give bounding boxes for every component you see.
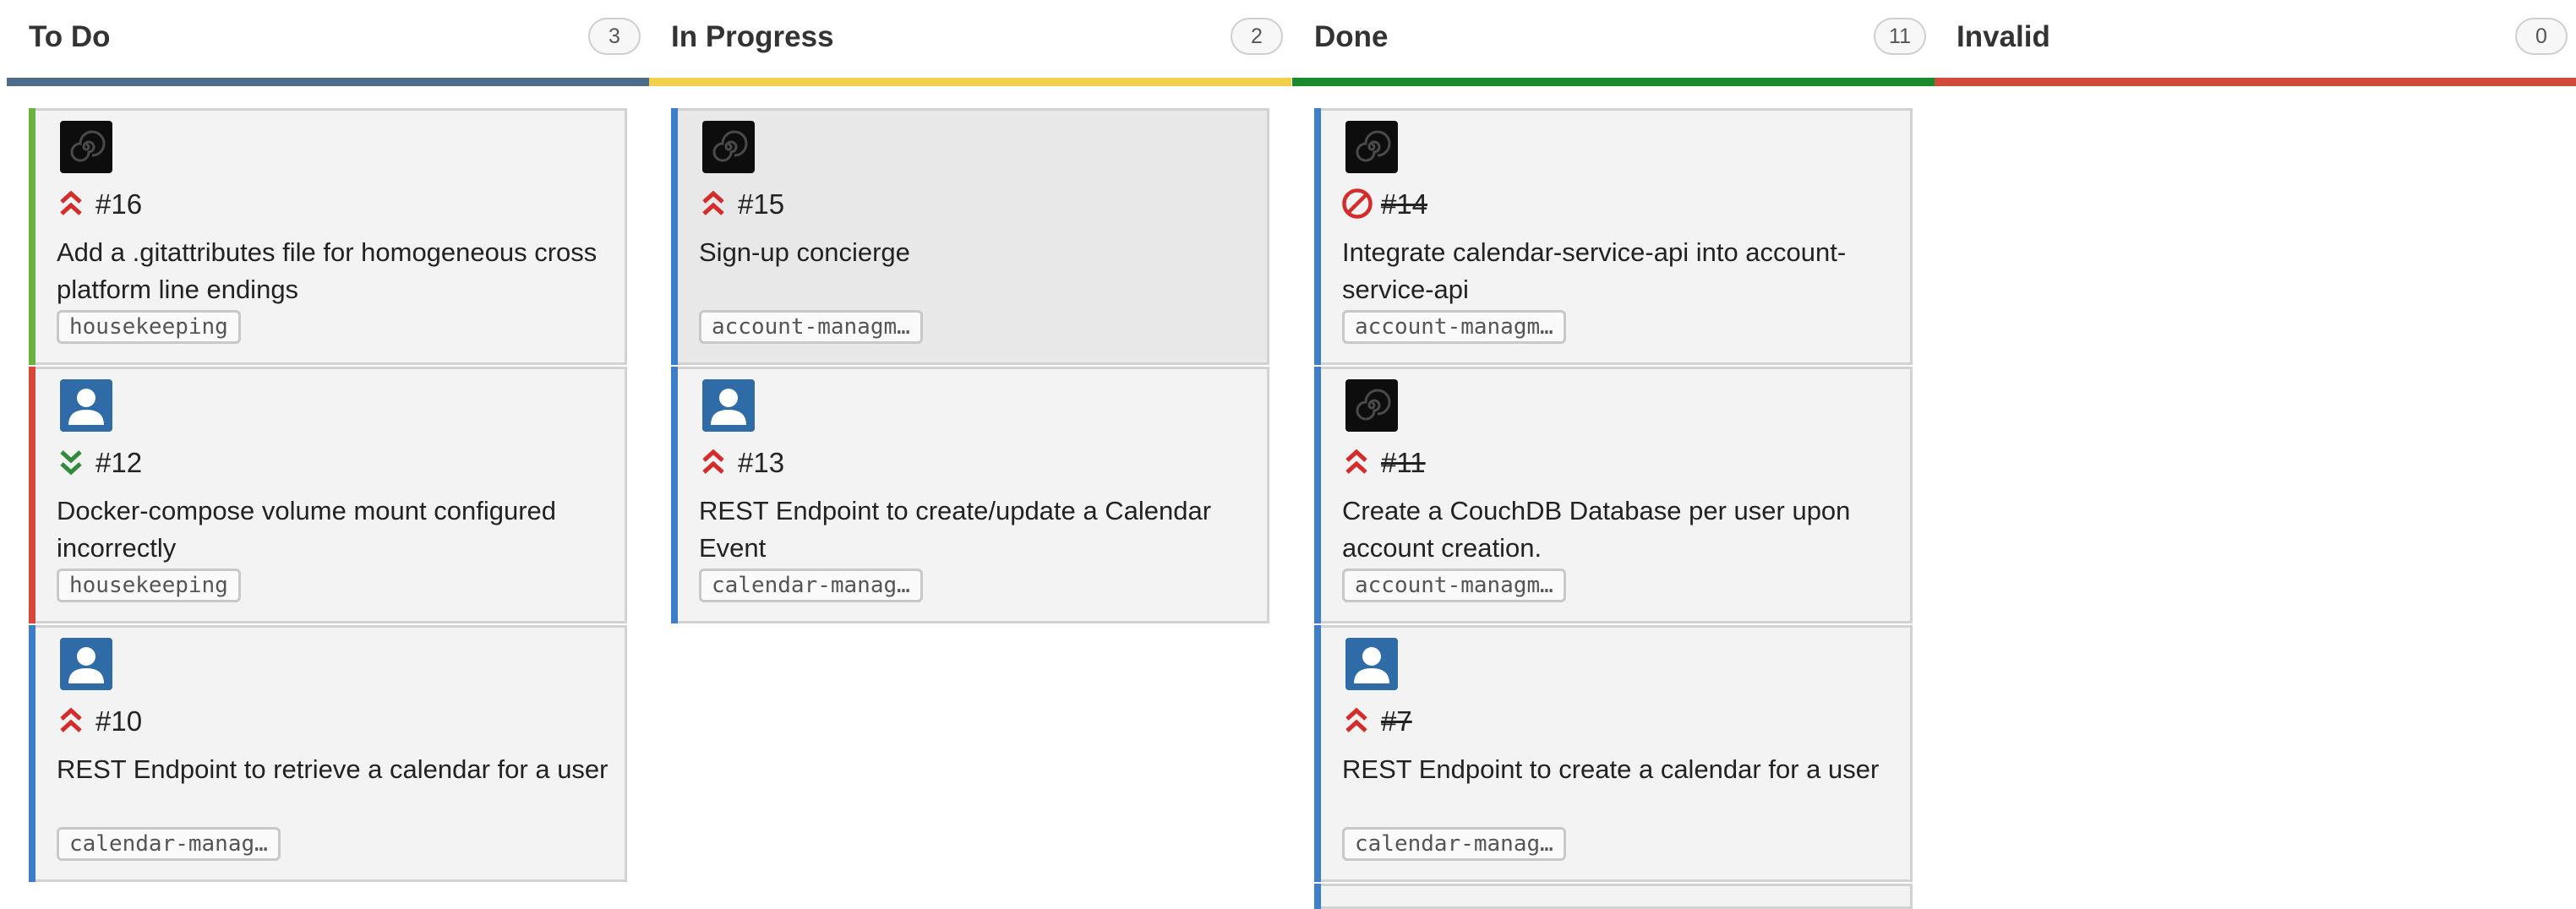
issue-number[interactable]: #11 [1381,447,1426,479]
card-color-stripe [671,108,678,365]
issue-card[interactable]: #15 Sign-up concierge account-managm… [671,108,1269,365]
issue-count-badge: 3 [588,18,641,55]
issue-number[interactable]: #12 [96,447,142,479]
label-tag[interactable]: calendar-manag… [1342,827,1566,861]
card-color-stripe [29,108,35,365]
label-tag[interactable]: account-managm… [1342,310,1566,344]
issue-title: Add a .gitattributes file for homogeneou… [57,237,598,304]
card-color-stripe [671,367,678,623]
issue-count-badge: 2 [1231,18,1283,55]
column-color-bar [1292,78,1935,86]
issue-card[interactable]: #10 REST Endpoint to retrieve a calendar… [29,625,627,882]
user-avatar[interactable] [1345,638,1398,690]
label-tag[interactable]: housekeeping [57,310,241,344]
issue-title: REST Endpoint to create a calendar for a… [1342,754,1880,784]
user-avatar[interactable] [60,638,112,690]
priority-high-icon [60,190,82,215]
user-avatar[interactable] [702,379,755,432]
column-header-todo[interactable]: To Do 3 [7,0,649,86]
issue-title: REST Endpoint to retrieve a calendar for… [57,754,609,784]
priority-low-icon [60,450,82,476]
spiral-avatar[interactable] [60,121,112,173]
issue-title: Docker-compose volume mount configured i… [57,496,556,563]
card-color-stripe [1314,884,1321,909]
issue-title: REST Endpoint to create/update a Calenda… [699,496,1212,563]
issue-number[interactable]: #14 [1381,188,1427,220]
label-tag[interactable]: calendar-manag… [699,569,923,602]
issue-number[interactable]: #13 [738,447,784,479]
column-title: Done [1314,20,1389,53]
card-color-stripe [1314,625,1321,882]
issue-count-badge: 11 [1874,18,1926,55]
column-color-bar [7,78,649,86]
label-tag[interactable]: account-managm… [1342,569,1566,602]
issue-number[interactable]: #15 [738,188,784,220]
issue-number[interactable]: #7 [1381,705,1412,738]
column-title: In Progress [671,20,834,53]
issue-card[interactable]: #12 Docker-compose volume mount configur… [29,367,627,623]
label-tag[interactable]: calendar-manag… [57,827,281,861]
priority-high-icon [702,190,724,215]
label-tag[interactable]: account-managm… [699,310,923,344]
issue-card-partial[interactable] [1314,884,1913,909]
column-title: To Do [29,20,111,53]
spiral-avatar[interactable] [1345,121,1398,173]
column-header-done[interactable]: Done 11 [1292,0,1935,86]
column-header-in-progress[interactable]: In Progress 2 [649,0,1291,86]
label-tag[interactable]: housekeeping [57,569,241,602]
column-color-bar [649,78,1291,86]
priority-high-icon [1345,449,1367,474]
spiral-avatar[interactable] [702,121,755,173]
card-color-stripe [1314,367,1321,623]
issue-title: Create a CouchDB Database per user upon … [1342,496,1851,563]
issue-card[interactable]: #11 Create a CouchDB Database per user u… [1314,367,1913,623]
issue-card[interactable]: #7 REST Endpoint to create a calendar fo… [1314,625,1913,882]
issue-card[interactable]: #14 Integrate calendar-service-api into … [1314,108,1913,365]
column-title: Invalid [1957,20,2050,53]
column-header-invalid[interactable]: Invalid 0 [1935,0,2576,86]
priority-high-icon [1345,707,1367,732]
issue-number[interactable]: #16 [96,188,142,220]
issue-card[interactable]: #16 Add a .gitattributes file for homoge… [29,108,627,365]
blocked-icon [1342,188,1373,219]
issue-title: Integrate calendar-service-api into acco… [1342,237,1847,304]
issue-count-badge: 0 [2515,18,2568,55]
spiral-avatar[interactable] [1345,379,1398,432]
column-in-progress: In Progress 2 #15 Sign-up concierge acco… [649,0,1291,899]
issue-card[interactable]: #13 REST Endpoint to create/update a Cal… [671,367,1269,623]
user-avatar[interactable] [60,379,112,432]
priority-high-icon [60,707,82,732]
column-todo: To Do 3 #16 Add a .gitattributes file fo… [7,0,649,899]
priority-high-icon [702,449,724,474]
column-invalid: Invalid 0 [1935,0,2576,899]
column-done: Done 11 #14 Integrate calendar-service-a… [1292,0,1935,909]
card-color-stripe [29,625,35,882]
card-color-stripe [29,367,35,623]
card-color-stripe [1314,108,1321,365]
column-color-bar [1935,78,2576,86]
issue-title: Sign-up concierge [699,237,910,267]
issue-number[interactable]: #10 [96,705,142,738]
